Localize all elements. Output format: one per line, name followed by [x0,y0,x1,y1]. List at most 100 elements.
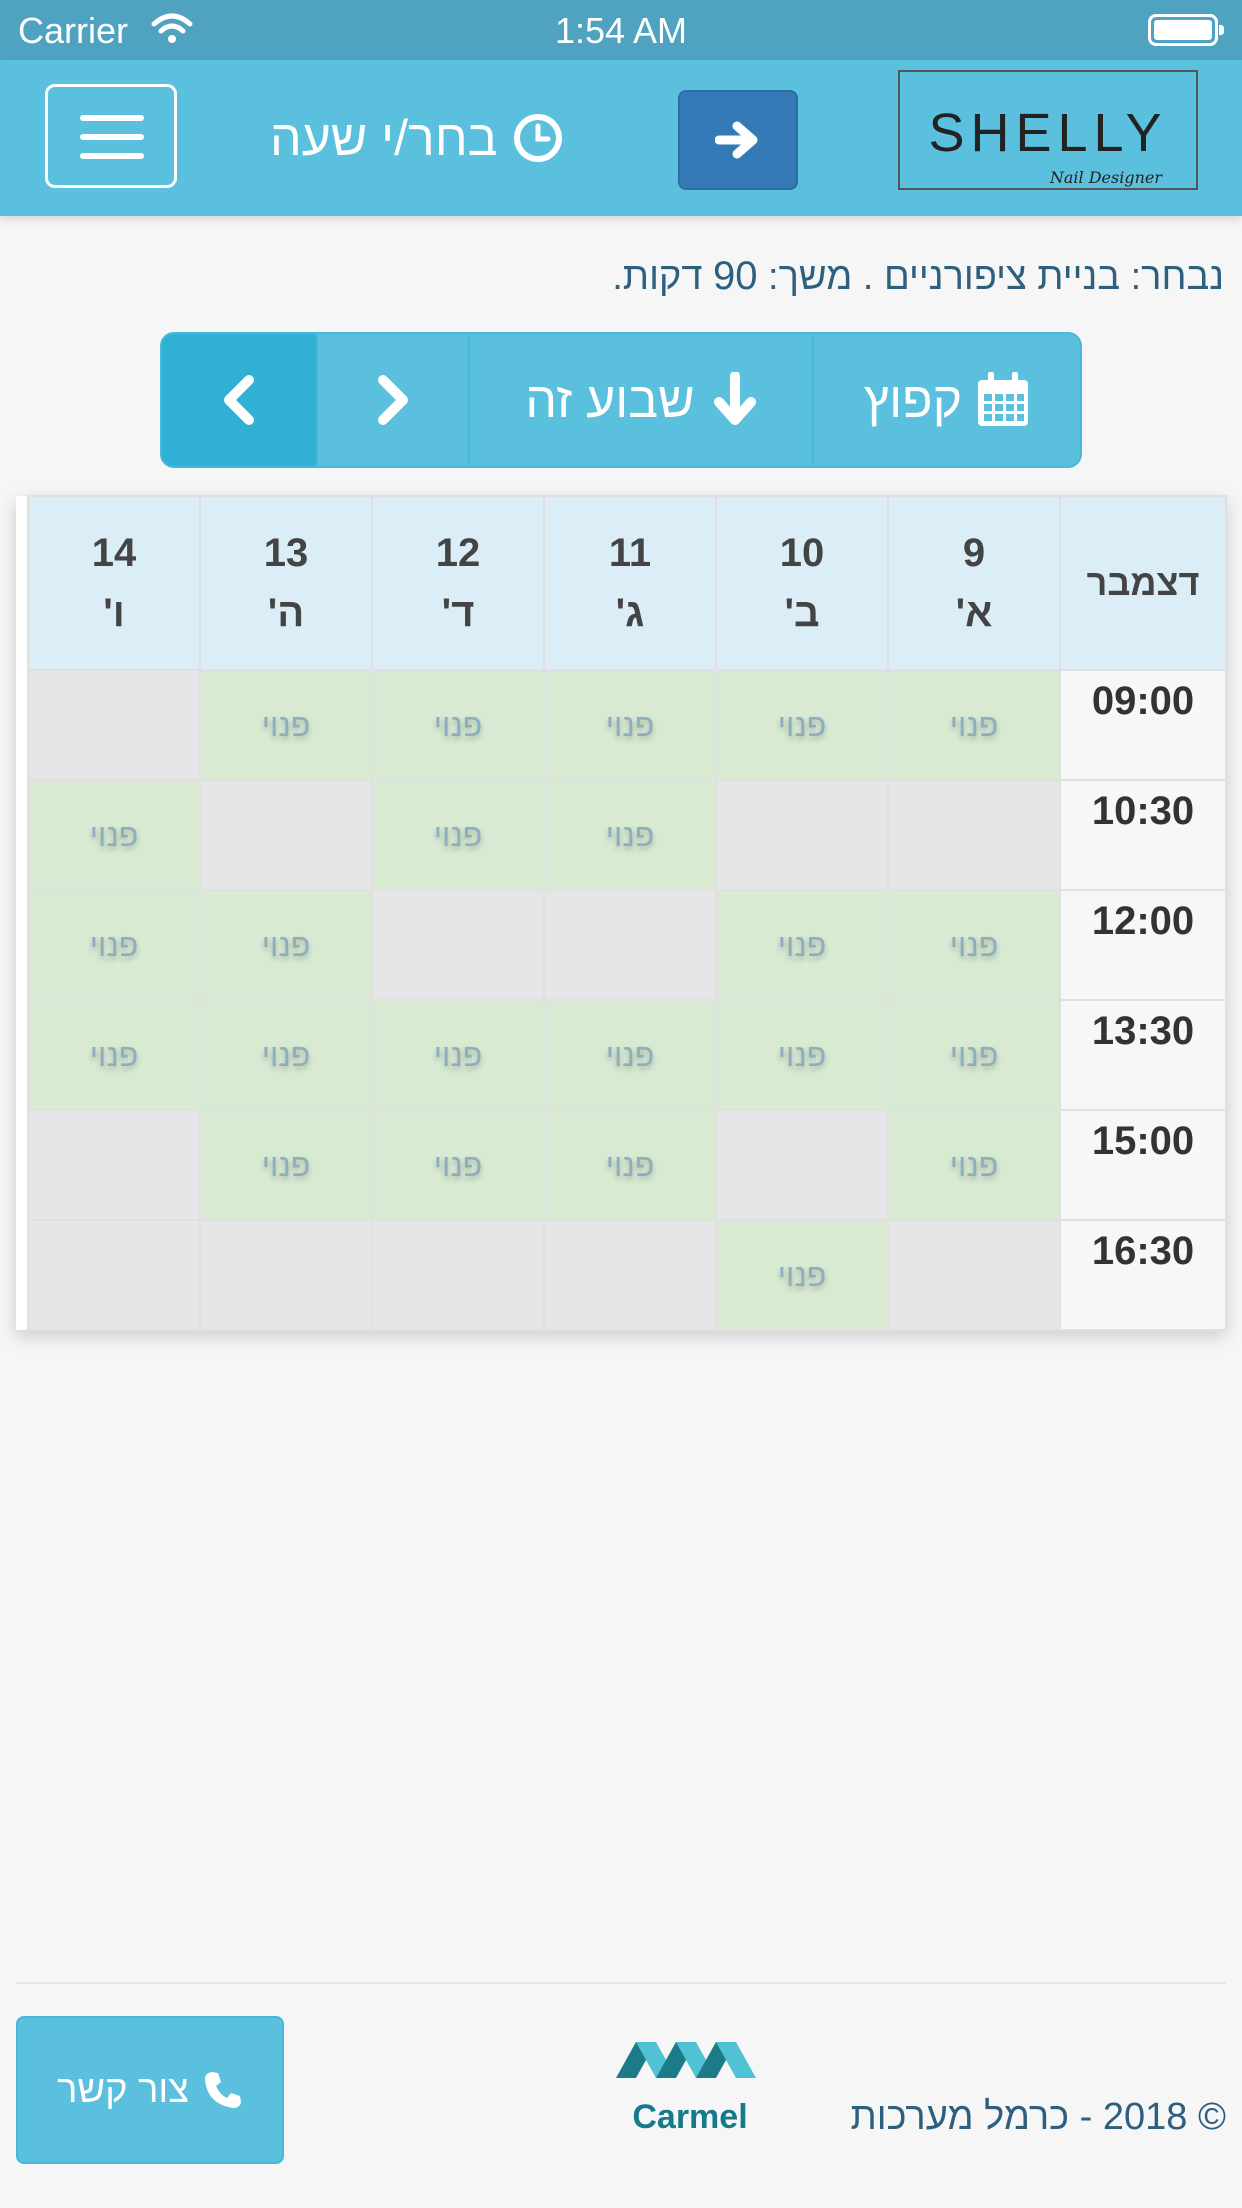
schedule-header-row: דצמבר 9 א' 10 ב' 11 ג' 12 ד' 13 ה' 14 ו' [16,495,1227,671]
unavailable-slot [715,779,889,891]
day-header: 10 ב' [715,495,889,671]
unavailable-slot [371,1219,545,1331]
time-label: 10:30 [1059,779,1227,891]
logo-sub-text: Nail Designer [1049,168,1162,187]
day-date: 9 [962,531,986,575]
footer-divider [16,1982,1226,1984]
day-date: 12 [435,531,481,575]
day-header: 13 ה' [199,495,373,671]
time-label: 13:30 [1059,999,1227,1111]
jump-label: קפוץ [863,372,963,428]
selected-service-prefix: נבחר: בניית ציפורניים . משך: [757,256,1224,298]
free-slot[interactable]: פנוי [887,1109,1061,1221]
free-slot[interactable]: פנוי [715,889,889,1001]
time-row: 10:30 פנוי פנוי פנוי [16,779,1227,891]
day-date: 13 [263,531,309,575]
app-header: בחר/י שעה SHELLY Nail Designer [0,60,1242,216]
free-slot[interactable]: פנוי [199,669,373,781]
contact-label: צור קשר [57,2068,189,2111]
free-slot[interactable]: פנוי [887,999,1061,1111]
selected-duration: 90 [712,254,758,298]
unavailable-slot [371,889,545,1001]
day-date: 10 [779,531,825,575]
previous-week-button[interactable] [162,334,316,466]
copyright-text: © 2018 - כרמל מערכות [850,2096,1226,2138]
day-date: 11 [608,531,652,575]
unavailable-slot [543,889,717,1001]
page-title-text: בחר/י שעה [270,110,498,166]
day-header: 12 ד' [371,495,545,671]
status-bar: Carrier 1:54 AM [0,0,1242,60]
time-label: 15:00 [1059,1109,1227,1221]
month-header: דצמבר [1059,495,1227,671]
day-of-week: ו' [103,591,125,635]
day-of-week: ב' [784,591,820,635]
time-row: 09:00 פנוי פנוי פנוי פנוי פנוי [16,669,1227,781]
free-slot[interactable]: פנוי [715,1219,889,1331]
day-of-week: ה' [267,591,305,635]
free-slot[interactable]: פנוי [715,669,889,781]
chevron-right-icon [378,375,408,425]
day-date: 14 [91,531,137,575]
unavailable-slot [27,1109,201,1221]
week-navigation: שבוע זה קפוץ [160,332,1082,468]
free-slot[interactable]: פנוי [543,999,717,1111]
arrow-right-icon [715,121,758,159]
free-slot[interactable]: פנוי [887,889,1061,1001]
selected-service-info: נבחר: בניית ציפורניים . משך: 90 דקות. [612,254,1224,299]
day-header: 9 א' [887,495,1061,671]
carmel-logo-text: Carmel [632,2098,748,2136]
free-slot[interactable]: פנוי [199,999,373,1111]
free-slot[interactable]: פנוי [27,889,201,1001]
free-slot[interactable]: פנוי [199,1109,373,1221]
free-slot[interactable]: פנוי [371,999,545,1111]
time-row: 13:30 פנוי פנוי פנוי פנוי פנוי פנוי [16,999,1227,1111]
time-row: 16:30 פנוי [16,1219,1227,1331]
free-slot[interactable]: פנוי [715,999,889,1111]
arrow-down-icon [713,372,756,425]
free-slot[interactable]: פנוי [543,779,717,891]
hamburger-icon [80,115,144,121]
unavailable-slot [199,779,373,891]
free-slot[interactable]: פנוי [887,669,1061,781]
free-slot[interactable]: פנוי [27,999,201,1111]
page-title: בחר/י שעה [270,108,564,168]
calendar-icon [978,372,1029,426]
unavailable-slot [715,1109,889,1221]
day-of-week: ד' [441,591,475,635]
unavailable-slot [887,1219,1061,1331]
menu-button[interactable] [45,84,177,188]
time-label: 16:30 [1059,1219,1227,1331]
free-slot[interactable]: פנוי [371,669,545,781]
free-slot[interactable]: פנוי [27,779,201,891]
schedule-table: דצמבר 9 א' 10 ב' 11 ג' 12 ד' 13 ה' 14 ו' 09:00 פנוי פ… [16,495,1227,1331]
chevron-left-icon [224,375,254,425]
shelly-logo: SHELLY Nail Designer [898,70,1198,190]
time-label: 12:00 [1059,889,1227,1001]
jump-button[interactable]: קפוץ [812,334,1080,466]
unavailable-slot [887,779,1061,891]
day-header: 11 ג' [543,495,717,671]
free-slot[interactable]: פנוי [543,1109,717,1221]
unavailable-slot [27,1219,201,1331]
free-slot[interactable]: פנוי [371,779,545,891]
battery-icon [1148,14,1224,46]
next-week-button[interactable] [316,334,468,466]
next-step-button[interactable] [678,90,798,190]
free-slot[interactable]: פנוי [543,669,717,781]
phone-icon [204,2072,241,2108]
status-time: 1:54 AM [554,10,688,51]
unavailable-slot [27,669,201,781]
clock-icon [513,114,562,162]
free-slot[interactable]: פנוי [199,889,373,1001]
day-of-week: א' [955,591,993,635]
this-week-button[interactable]: שבוע זה [468,334,812,466]
contact-button[interactable]: צור קשר [16,2016,284,2164]
logo-main-text: SHELLY [928,103,1168,163]
day-header: 14 ו' [27,495,201,671]
free-slot[interactable]: פנוי [371,1109,545,1221]
this-week-label: שבוע זה [525,372,695,428]
unavailable-slot [543,1219,717,1331]
time-label: 09:00 [1059,669,1227,781]
selected-service-suffix: דקות. [612,256,713,298]
